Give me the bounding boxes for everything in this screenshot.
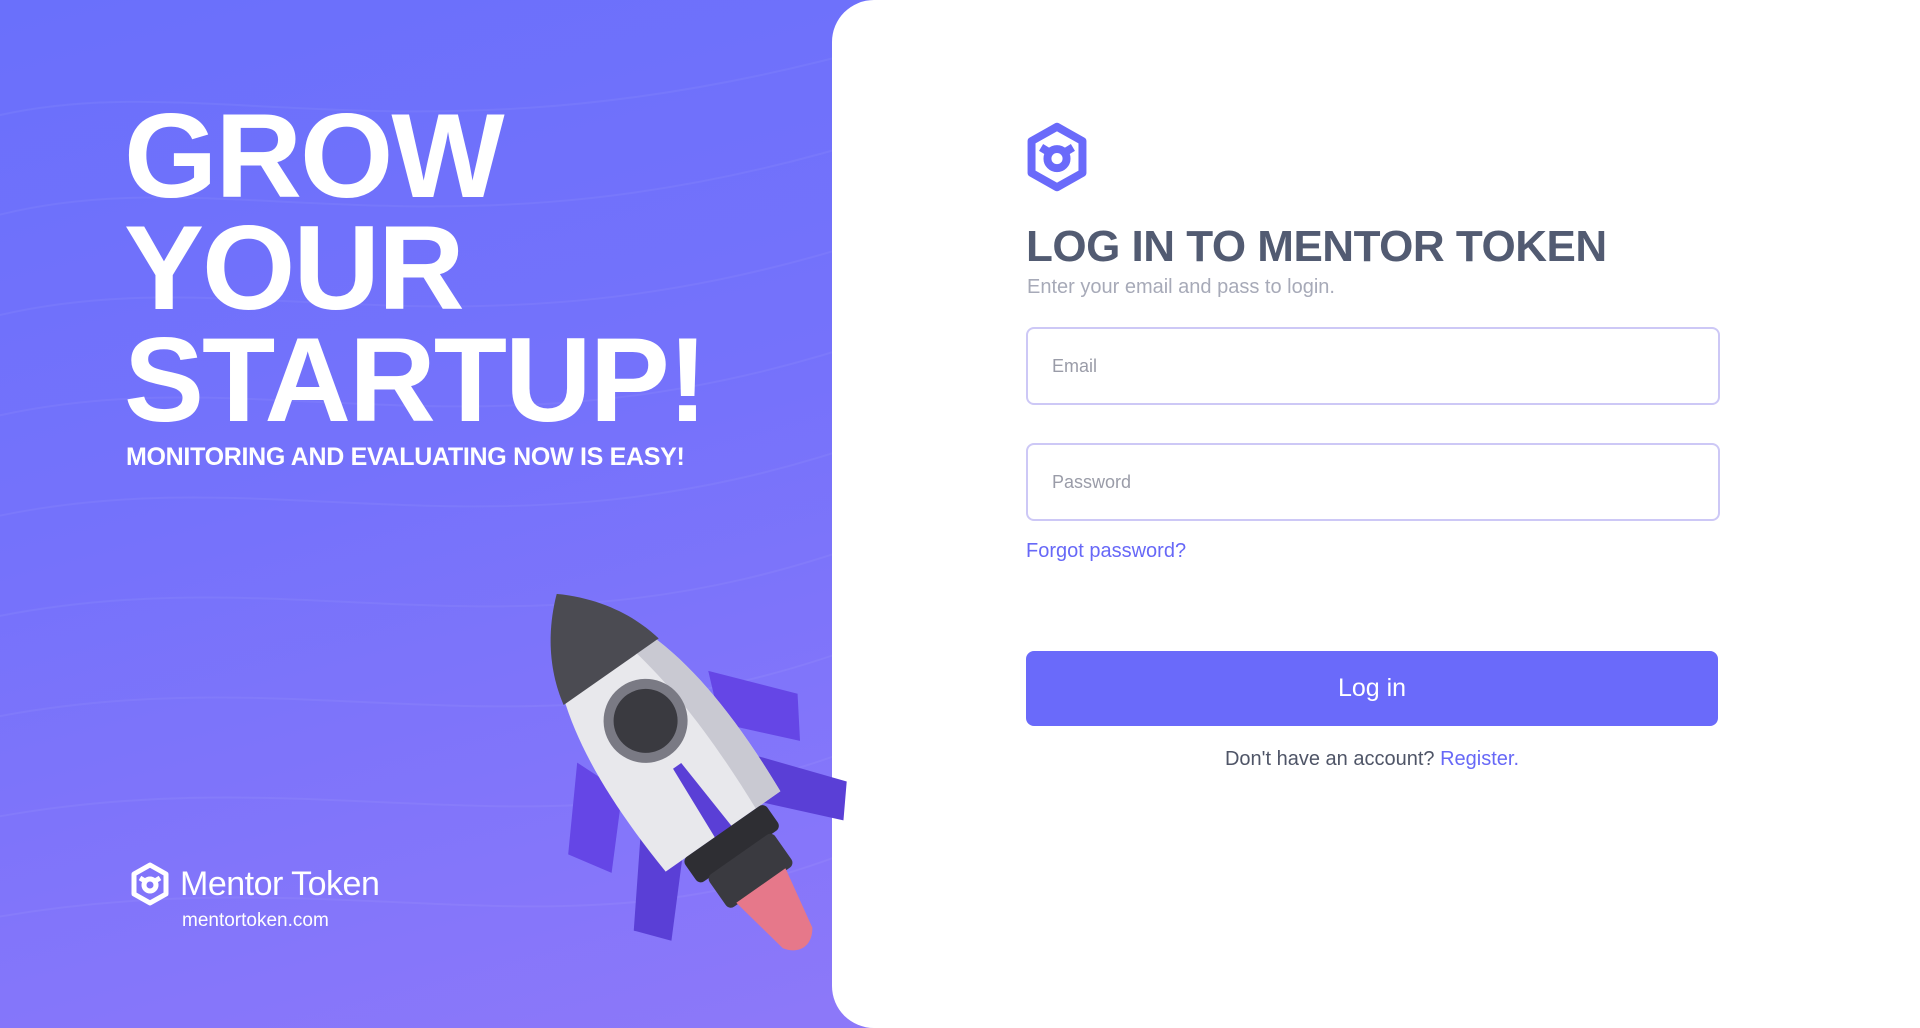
hero-title: GROW YOUR STARTUP! <box>124 89 708 447</box>
brand-name: Mentor Token <box>180 864 380 903</box>
hero-title-line: YOUR <box>124 201 465 335</box>
login-subtitle: Enter your email and pass to login. <box>1027 276 1335 298</box>
rocket-illustration <box>550 593 847 951</box>
register-link[interactable]: Register. <box>1440 748 1519 770</box>
forgot-password-link[interactable]: Forgot password? <box>1026 540 1186 563</box>
login-card: LOG IN TO MENTOR TOKEN Enter your email … <box>832 0 1920 1028</box>
brand-url: mentortoken.com <box>182 910 329 931</box>
login-button[interactable]: Log in <box>1026 651 1718 726</box>
register-prompt-row: Don't have an account? Register. <box>1026 748 1718 771</box>
hero-subtitle: MONITORING AND EVALUATING NOW IS EASY! <box>126 443 685 471</box>
login-title: LOG IN TO MENTOR TOKEN <box>1026 222 1607 271</box>
password-field[interactable] <box>1026 443 1720 521</box>
hero-title-line: STARTUP! <box>124 313 708 447</box>
email-field[interactable] <box>1026 327 1720 405</box>
hexagon-cube-icon <box>1027 122 1087 192</box>
hexagon-cube-icon <box>131 862 169 906</box>
register-prompt: Don't have an account? <box>1224 748 1435 770</box>
brand-logo: Mentor Token <box>130 862 380 906</box>
hero-title-line: GROW <box>124 89 505 223</box>
